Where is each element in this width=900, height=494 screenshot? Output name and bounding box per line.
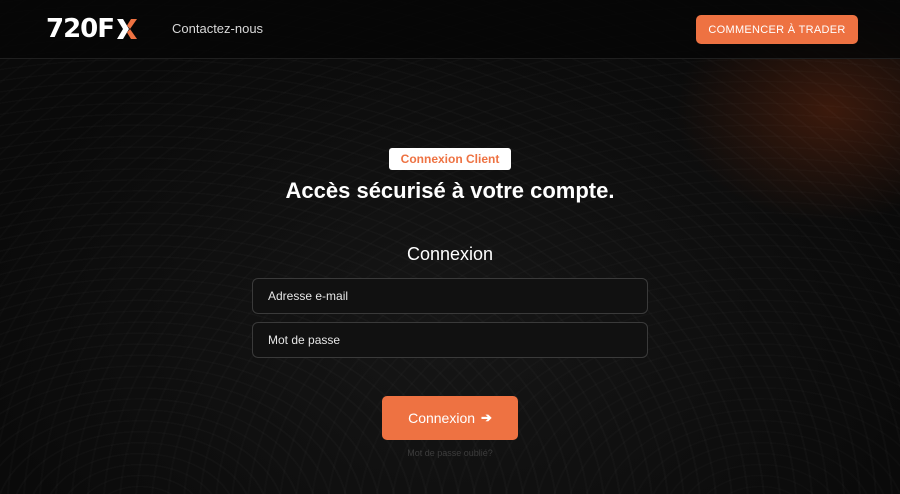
- brand-logo[interactable]: 720F: [46, 14, 138, 44]
- nav-contact-link[interactable]: Contactez-nous: [172, 21, 263, 36]
- start-trading-button[interactable]: COMMENCER À TRADER: [696, 15, 858, 44]
- x-chevron-logo-icon: [117, 19, 138, 39]
- client-login-badge: Connexion Client: [389, 148, 511, 170]
- logo-text: 720F: [46, 14, 115, 44]
- page-headline: Accès sécurisé à votre compte.: [285, 178, 615, 203]
- login-submit-button[interactable]: Connexion ➔: [382, 396, 518, 440]
- password-input[interactable]: [252, 322, 648, 358]
- login-form-title: Connexion: [406, 244, 494, 264]
- login-page: 720F Contactez-nous COMMENCER À TRADER C…: [0, 0, 900, 494]
- top-header: 720F Contactez-nous COMMENCER À TRADER: [0, 0, 900, 59]
- login-submit-label: Connexion: [408, 410, 476, 426]
- email-input[interactable]: [252, 278, 648, 314]
- arrow-right-icon: ➔: [481, 410, 492, 425]
- forgot-password-link[interactable]: Mot de passe oublié?: [0, 448, 900, 458]
